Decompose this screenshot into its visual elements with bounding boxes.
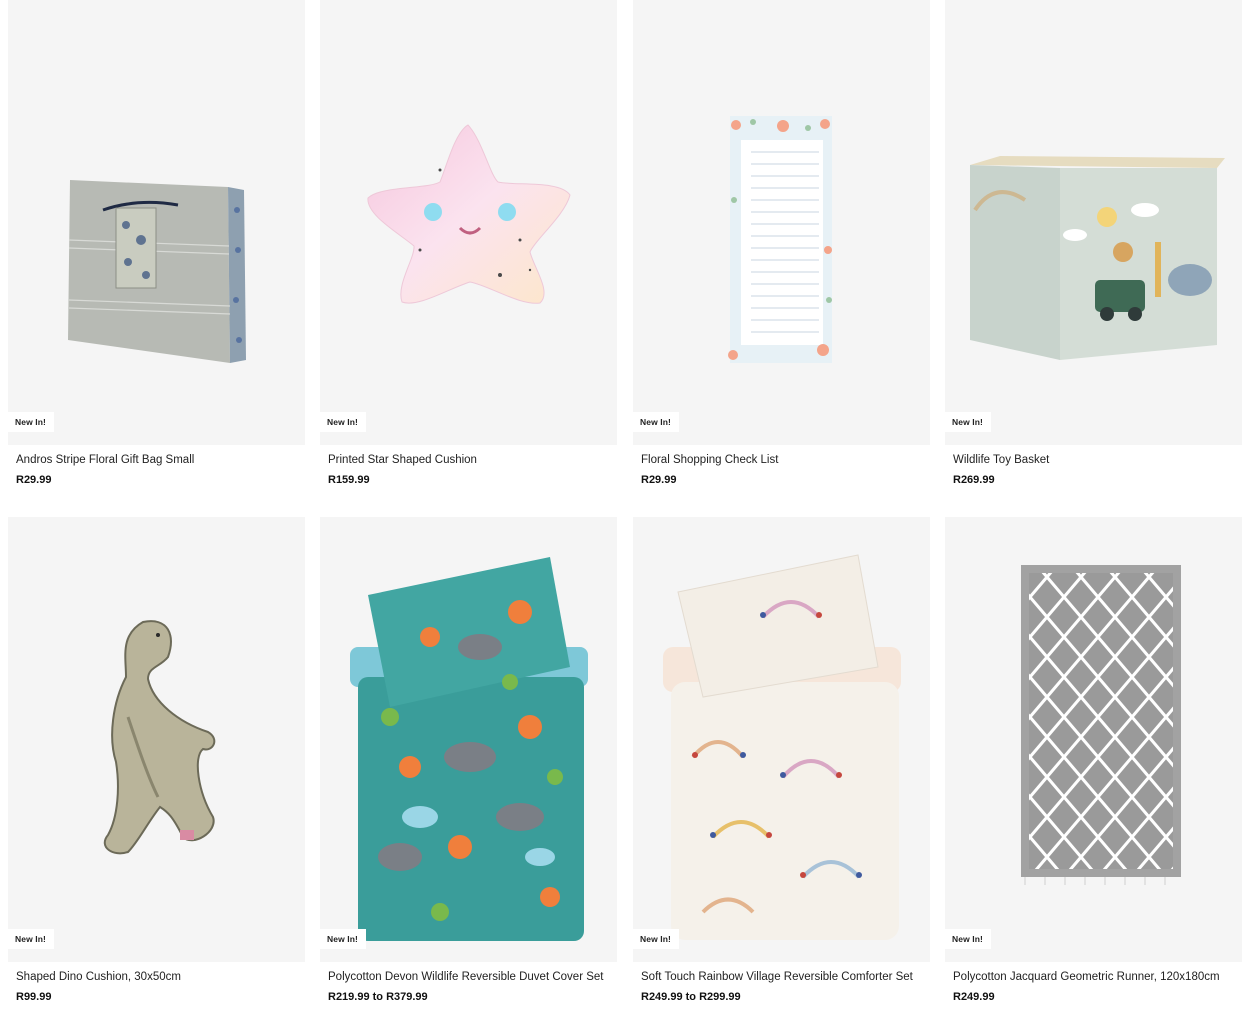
duvet-set-image <box>350 557 588 941</box>
product-price: R249.99 <box>953 991 995 1003</box>
product-name[interactable]: Polycotton Devon Wildlife Reversible Duv… <box>328 971 613 983</box>
dino-cushion-image <box>103 620 216 855</box>
new-in-badge: New In! <box>8 412 54 432</box>
product-image-tile[interactable]: New In! <box>8 0 305 445</box>
new-in-badge: New In! <box>945 412 991 432</box>
product-image-tile[interactable]: New In! <box>320 517 617 962</box>
new-in-badge: New In! <box>320 929 366 949</box>
product-name[interactable]: Wildlife Toy Basket <box>953 454 1238 466</box>
product-image-tile[interactable]: New In! <box>945 0 1242 445</box>
product-image-tile[interactable]: New In! <box>320 0 617 445</box>
product-image-tile[interactable]: New In! <box>8 517 305 962</box>
product-price: R219.99 to R379.99 <box>328 991 428 1003</box>
checklist-image <box>728 116 832 363</box>
product-name[interactable]: Printed Star Shaped Cushion <box>328 454 613 466</box>
product-image-tile[interactable]: New In! <box>633 0 930 445</box>
runner-rug-image <box>1021 565 1181 885</box>
product-price: R99.99 <box>16 991 52 1003</box>
product-name[interactable]: Polycotton Jacquard Geometric Runner, 12… <box>953 971 1238 983</box>
product-price: R249.99 to R299.99 <box>641 991 741 1003</box>
product-price: R159.99 <box>328 474 370 486</box>
product-name[interactable]: Soft Touch Rainbow Village Reversible Co… <box>641 971 926 983</box>
new-in-badge: New In! <box>8 929 54 949</box>
product-price: R269.99 <box>953 474 995 486</box>
product-grid: New In! Andros Stripe Floral Gift Bag Sm… <box>8 0 1242 1034</box>
comforter-set-image <box>663 554 901 940</box>
product-price: R29.99 <box>641 474 677 486</box>
new-in-badge: New In! <box>320 412 366 432</box>
product-image-tile[interactable]: New In! <box>633 517 930 962</box>
toy-basket-image <box>970 156 1225 360</box>
product-price: R29.99 <box>16 474 52 486</box>
gift-bag-image <box>68 180 246 363</box>
product-image-tile[interactable]: New In! <box>945 517 1242 962</box>
star-cushion-image <box>367 124 571 304</box>
product-name[interactable]: Andros Stripe Floral Gift Bag Small <box>16 454 301 466</box>
product-name[interactable]: Shaped Dino Cushion, 30x50cm <box>16 971 301 983</box>
new-in-badge: New In! <box>633 929 679 949</box>
new-in-badge: New In! <box>945 929 991 949</box>
new-in-badge: New In! <box>633 412 679 432</box>
product-name[interactable]: Floral Shopping Check List <box>641 454 926 466</box>
